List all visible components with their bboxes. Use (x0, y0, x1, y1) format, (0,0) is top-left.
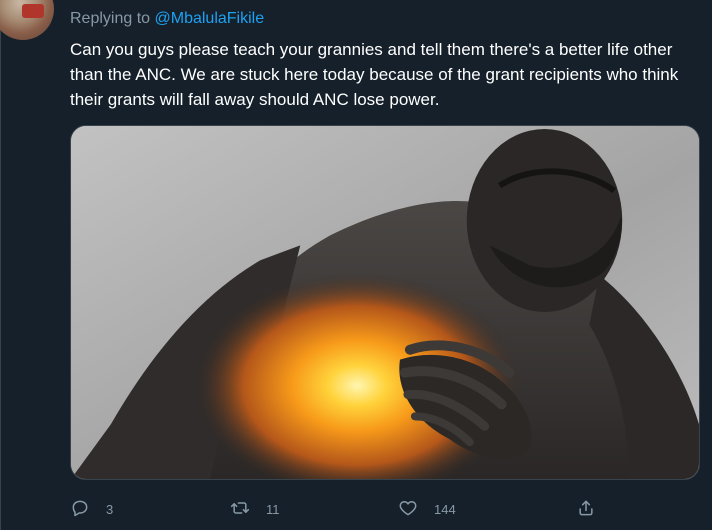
avatar[interactable] (0, 0, 54, 40)
thread-divider (0, 0, 1, 530)
tweet-text: Can you guys please teach your grannies … (70, 40, 679, 109)
replying-to-line: Replying to @MbalulaFikile (70, 8, 264, 30)
retweet-button[interactable]: 11 (230, 494, 280, 524)
reply-button[interactable]: 3 (70, 494, 113, 524)
tweet-reply-view: Replying to @MbalulaFikile Can you guys … (0, 0, 712, 530)
reply-count: 3 (106, 501, 114, 517)
like-count: 144 (434, 501, 456, 517)
like-button[interactable]: 144 (398, 494, 456, 524)
tweet-actions-bar: 3 11 144 (70, 494, 690, 524)
reply-icon (70, 498, 90, 521)
replying-to-handle-link[interactable]: @MbalulaFikile (155, 10, 265, 27)
tweet-media-image[interactable] (70, 125, 700, 480)
chest-pain-illustration (71, 126, 699, 479)
share-icon (576, 498, 596, 521)
heart-icon (398, 498, 418, 521)
share-button[interactable] (576, 494, 596, 524)
replying-to-label: Replying to (70, 10, 151, 27)
retweet-icon (230, 498, 250, 521)
retweet-count: 11 (266, 501, 280, 517)
